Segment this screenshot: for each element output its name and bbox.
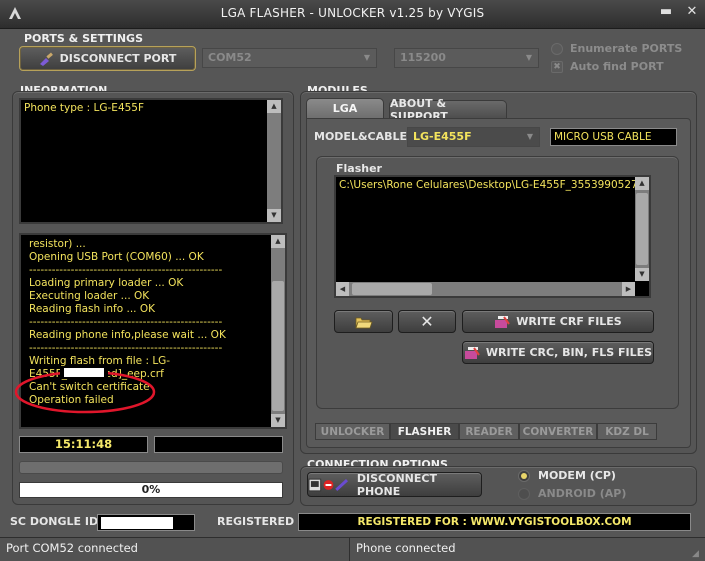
- resize-grip-icon[interactable]: ◢: [692, 549, 702, 559]
- flasher-hscroll[interactable]: ◀ ▶: [336, 282, 635, 296]
- write-icon: [495, 315, 511, 328]
- cable-field[interactable]: MICRO USB CABLE: [550, 128, 677, 146]
- tab-kdz-dl[interactable]: KDZ DL: [597, 423, 657, 440]
- com-port-select[interactable]: COM52 ▼: [202, 48, 377, 68]
- ports-group-title: PORTS & SETTINGS: [24, 32, 144, 45]
- tab-unlocker[interactable]: UNLOCKER: [315, 423, 390, 440]
- model-cable-label: MODEL&CABLE :: [314, 130, 416, 143]
- dongle-id-field: [97, 514, 195, 531]
- auto-find-port-checkbox[interactable]: ✖: [551, 61, 563, 73]
- window-title: LGA FLASHER - UNLOCKER v1.25 by VYGIS: [220, 6, 485, 20]
- registered-label: REGISTERED :: [217, 515, 303, 528]
- dongle-id-label: SC DONGLE ID :: [10, 515, 107, 528]
- enumerate-ports-checkbox[interactable]: [551, 43, 563, 55]
- progress-track: [19, 461, 283, 474]
- scroll-up-icon[interactable]: ▲: [271, 235, 285, 248]
- flasher-vscroll-thumb[interactable]: [636, 193, 648, 265]
- flasher-title: Flasher: [336, 162, 382, 175]
- scroll-left-icon[interactable]: ◀: [336, 282, 349, 296]
- log-line: Opening USB Port (COM60) ... OK: [29, 251, 204, 263]
- com-port-value: COM52: [208, 51, 252, 64]
- android-radio[interactable]: [518, 488, 530, 500]
- title-bar: LGA FLASHER - UNLOCKER v1.25 by VYGIS ▬ …: [0, 0, 705, 29]
- chevron-down-icon: ▼: [526, 132, 534, 141]
- tab-lga[interactable]: LGA: [306, 98, 384, 118]
- status-bar: Port COM52 connected Phone connected ◢: [0, 537, 705, 561]
- scroll-down-icon[interactable]: ▼: [267, 209, 281, 222]
- redaction-mark: [60, 366, 108, 379]
- write-crf-button[interactable]: WRITE CRF FILES: [462, 310, 654, 333]
- write-crf-label: WRITE CRF FILES: [516, 315, 622, 328]
- log-scroll-thumb[interactable]: [272, 281, 284, 411]
- disconnect-phone-label: DISCONNECT PHONE: [356, 471, 437, 498]
- clear-x-icon: ✕: [420, 312, 434, 331]
- log-line: Reading phone info,please wait ... OK: [29, 329, 226, 341]
- log-scrollbar[interactable]: ▲ ▼: [271, 235, 285, 427]
- log-separator: ----------------------------------------…: [29, 264, 223, 276]
- flasher-hscroll-thumb[interactable]: [352, 283, 432, 295]
- plug-icon: [39, 52, 53, 66]
- phone-info-scrollbar[interactable]: ▲ ▼: [267, 100, 281, 222]
- status-display: [154, 436, 283, 453]
- progress-percent: 0%: [19, 482, 283, 498]
- baud-rate-value: 115200: [400, 51, 446, 64]
- log-line: Loading primary loader ... OK: [29, 277, 184, 289]
- disconnect-phone-button[interactable]: DISCONNECT PHONE: [307, 471, 482, 498]
- phone-status: Phone connected: [356, 541, 456, 555]
- write-crc-label: WRITE CRC, BIN, FLS FILES: [485, 346, 653, 359]
- tab-flasher[interactable]: FLASHER: [390, 423, 459, 440]
- status-divider: [349, 538, 350, 561]
- phone-type-text: Phone type : LG-E455F: [24, 102, 145, 114]
- scroll-down-icon[interactable]: ▼: [271, 414, 285, 427]
- flasher-file-path: C:\Users\Rone Celulares\Desktop\LG-E455F…: [339, 179, 651, 191]
- write-crc-bin-fls-button[interactable]: WRITE CRC, BIN, FLS FILES: [462, 341, 654, 364]
- disconnect-port-label: DISCONNECT PORT: [59, 52, 177, 65]
- scroll-up-icon[interactable]: ▲: [635, 177, 649, 190]
- log-separator: ----------------------------------------…: [29, 316, 223, 328]
- dongle-id-redaction: [101, 517, 173, 529]
- minimize-icon[interactable]: ▬: [658, 4, 674, 20]
- log-separator: ----------------------------------------…: [29, 342, 223, 354]
- flasher-file-list[interactable]: C:\Users\Rone Celulares\Desktop\LG-E455F…: [334, 175, 651, 298]
- open-file-button[interactable]: [334, 310, 393, 333]
- time-display: 15:11:48: [19, 436, 148, 453]
- scroll-right-icon[interactable]: ▶: [622, 282, 635, 296]
- folder-open-icon: [354, 317, 373, 328]
- log-line: Reading flash info ... OK: [29, 303, 155, 315]
- baud-rate-select[interactable]: 115200 ▼: [394, 48, 539, 68]
- model-value: LG-E455F: [413, 130, 472, 143]
- log-line: Executing loader ... OK: [29, 290, 150, 302]
- disconnect-port-button[interactable]: DISCONNECT PORT: [19, 46, 196, 71]
- chevron-down-icon: ▼: [525, 53, 533, 62]
- tab-converter[interactable]: CONVERTER: [519, 423, 597, 440]
- scroll-up-icon[interactable]: ▲: [267, 100, 281, 113]
- android-label: ANDROID (AP): [538, 487, 627, 500]
- port-status: Port COM52 connected: [6, 541, 138, 555]
- tab-reader[interactable]: READER: [459, 423, 519, 440]
- flasher-vscroll[interactable]: ▲ ▼: [635, 177, 649, 281]
- clear-list-button[interactable]: ✕: [398, 310, 456, 333]
- phone-disconnect-icon: [308, 478, 348, 491]
- model-select[interactable]: LG-E455F ▼: [407, 127, 540, 147]
- enumerate-ports-label: Enumerate PORTS: [570, 42, 683, 55]
- chevron-down-icon: ▼: [363, 53, 371, 62]
- write-icon: [464, 346, 480, 359]
- phone-info-box: Phone type : LG-E455F ▲ ▼: [19, 98, 283, 224]
- registered-value: REGISTERED FOR : WWW.VYGISTOOLBOX.COM: [298, 513, 691, 531]
- scroll-down-icon[interactable]: ▼: [635, 268, 649, 281]
- modem-label: MODEM (CP): [538, 469, 616, 482]
- tab-about-support[interactable]: ABOUT & SUPPORT: [389, 97, 507, 123]
- log-line: resistor) ...: [29, 238, 86, 250]
- auto-find-port-label: Auto find PORT: [570, 60, 664, 73]
- close-icon[interactable]: ✕: [684, 4, 700, 20]
- modem-radio[interactable]: [518, 470, 530, 482]
